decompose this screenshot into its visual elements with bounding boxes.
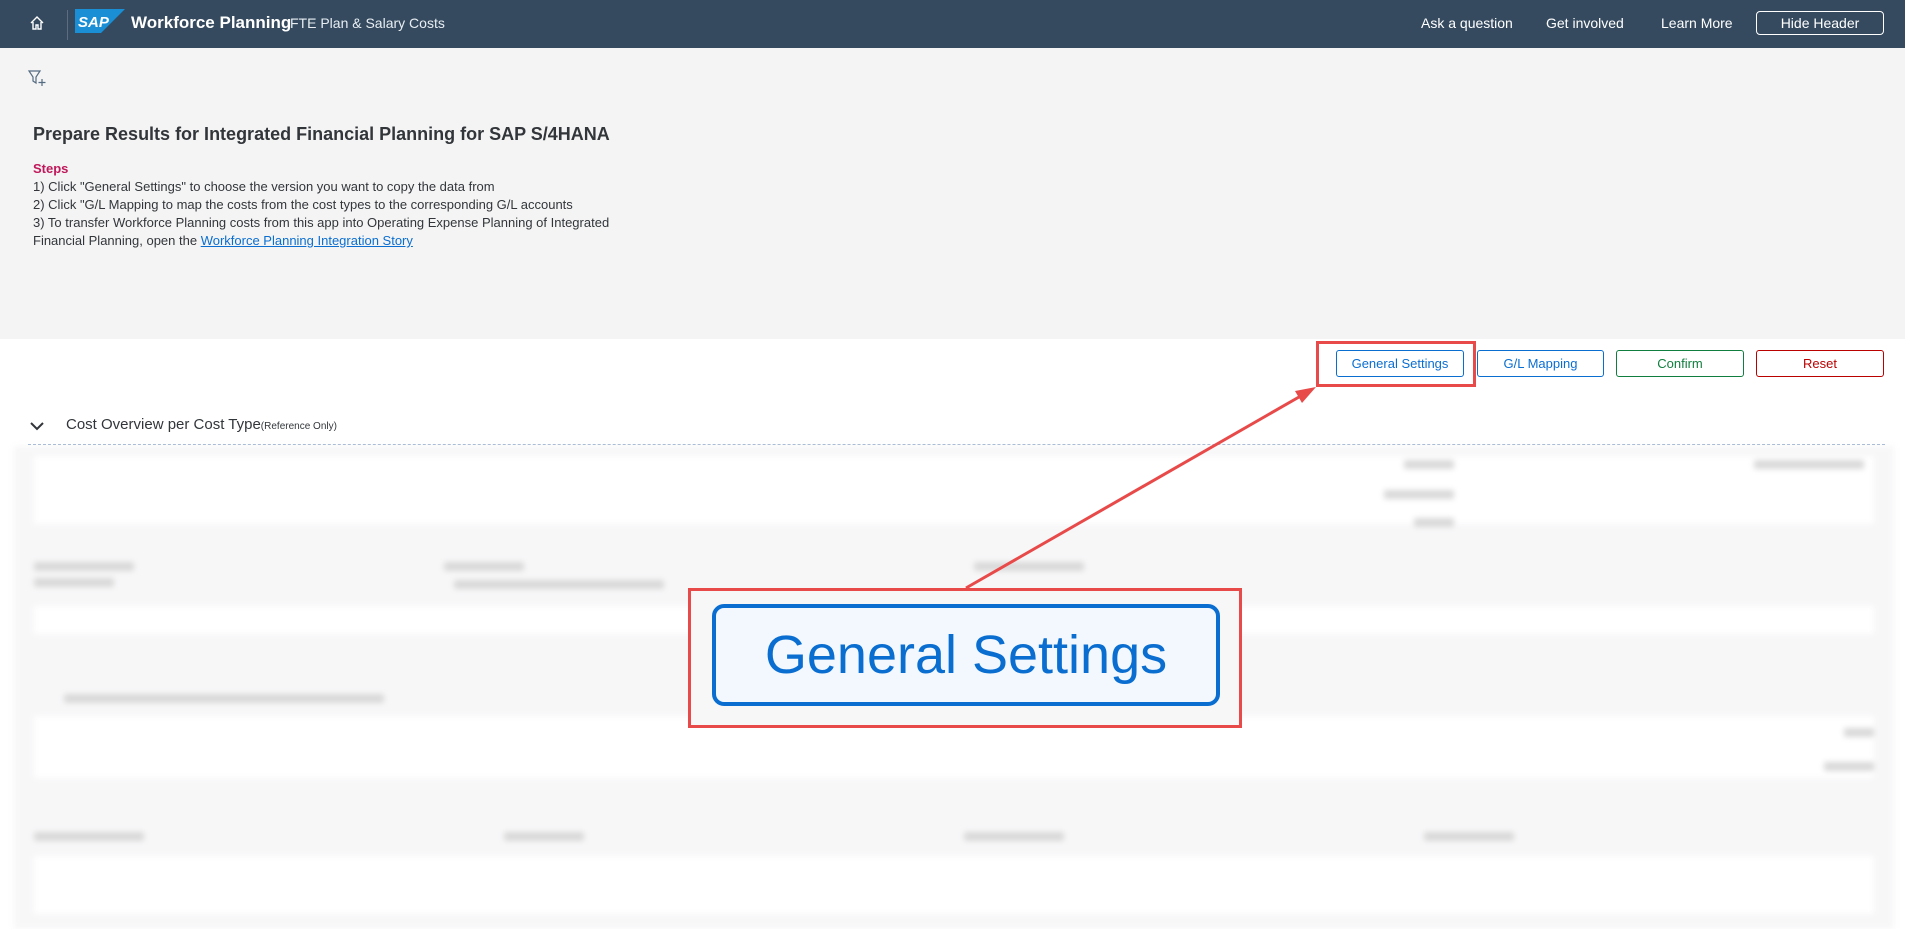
section-title-note: (Reference Only)	[260, 421, 337, 432]
step-4-text: Financial Planning, open the	[33, 233, 201, 248]
step-4: Financial Planning, open the Workforce P…	[33, 233, 413, 248]
home-icon	[30, 16, 44, 30]
blur-bar	[964, 832, 1064, 841]
home-button[interactable]	[24, 10, 50, 36]
blur-bar	[1414, 518, 1454, 527]
section-divider	[28, 444, 1885, 445]
get-involved-link[interactable]: Get involved	[1546, 15, 1624, 31]
reset-button[interactable]: Reset	[1756, 350, 1884, 377]
shell-bar: SAP Workforce Planning FTE Plan & Salary…	[0, 0, 1905, 48]
general-settings-callout-button[interactable]: General Settings	[712, 604, 1220, 706]
hide-header-button[interactable]: Hide Header	[1756, 11, 1884, 35]
blur-bar	[974, 562, 1084, 571]
blur-bar	[1824, 762, 1874, 771]
general-settings-button[interactable]: General Settings	[1336, 350, 1464, 377]
sap-logo: SAP	[75, 9, 125, 33]
blur-bar	[1844, 728, 1874, 737]
step-1: 1) Click "General Settings" to choose th…	[33, 179, 495, 194]
confirm-button[interactable]: Confirm	[1616, 350, 1744, 377]
blur-bar	[1384, 490, 1454, 499]
app-title: Workforce Planning	[131, 13, 292, 32]
integration-story-link[interactable]: Workforce Planning Integration Story	[201, 233, 413, 248]
blur-bar	[34, 562, 134, 571]
blur-bar	[1404, 460, 1454, 469]
blur-row	[34, 456, 1874, 524]
chevron-down-icon[interactable]	[29, 418, 45, 434]
blur-bar	[64, 694, 384, 703]
step-3: 3) To transfer Workforce Planning costs …	[33, 215, 610, 230]
blur-bar	[34, 832, 144, 841]
svg-text:SAP: SAP	[78, 14, 110, 31]
section-title: Cost Overview per Cost Type(Reference On…	[66, 416, 337, 433]
gl-mapping-button[interactable]: G/L Mapping	[1477, 350, 1604, 377]
blur-bar	[1424, 832, 1514, 841]
blur-bar	[1754, 460, 1864, 469]
app-subtitle: FTE Plan & Salary Costs	[290, 15, 445, 31]
blur-row	[34, 856, 1874, 914]
shell-separator	[67, 10, 68, 40]
blur-bar	[444, 562, 524, 571]
blur-bar	[454, 580, 664, 589]
section-title-text: Cost Overview per Cost Type	[66, 416, 261, 433]
ask-question-link[interactable]: Ask a question	[1421, 15, 1513, 31]
step-2: 2) Click "G/L Mapping to map the costs f…	[33, 197, 573, 212]
blur-bar	[34, 578, 114, 587]
page-title: Prepare Results for Integrated Financial…	[33, 124, 610, 144]
learn-more-link[interactable]: Learn More	[1661, 15, 1733, 31]
blur-bar	[504, 832, 584, 841]
filter-add-icon[interactable]	[27, 68, 47, 88]
steps-label: Steps	[33, 161, 69, 176]
